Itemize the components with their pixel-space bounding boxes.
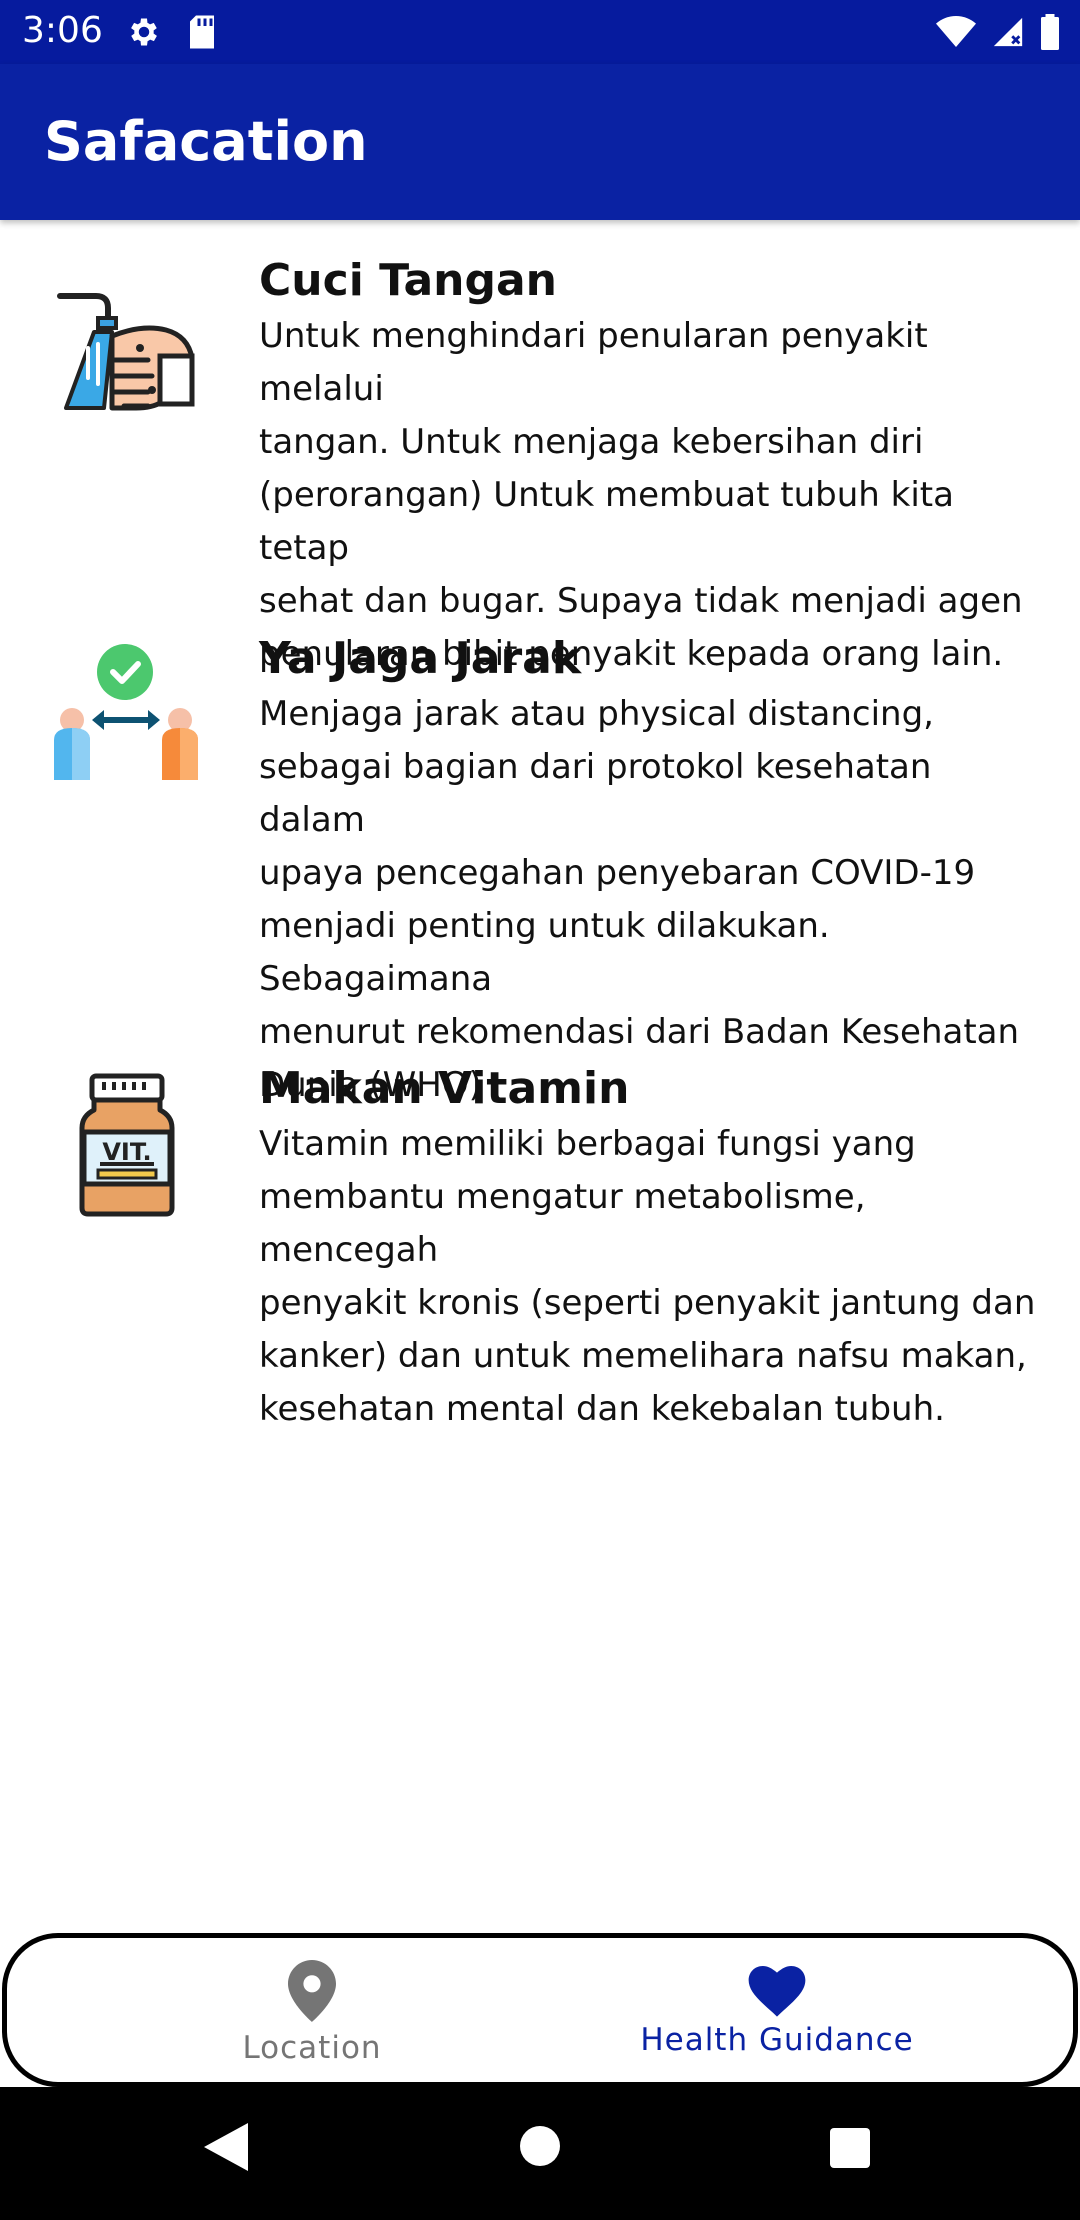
status-bar: 3:06 <box>0 0 1080 64</box>
guide-title: Makan Vitamin <box>259 1063 630 1114</box>
hand-washing-icon <box>57 293 195 411</box>
signal-icon <box>993 17 1023 47</box>
guide-description: Untuk menghindari penularan penyakit mel… <box>259 316 1023 674</box>
list-item: VIT. Makan Vitamin Vitamin memiliki berb… <box>0 1060 1080 1429</box>
list-item: Cuci Tangan Untuk menghindari penularan … <box>0 252 1080 674</box>
back-icon[interactable] <box>204 2123 248 2171</box>
app-title: Safacation <box>44 110 368 173</box>
bottom-navigation: Location Health Guidance <box>2 1933 1078 2087</box>
system-navigation-bar <box>0 2087 1080 2220</box>
gear-icon <box>131 18 157 46</box>
nav-label-location: Location <box>242 2030 382 2066</box>
nav-item-location[interactable]: Location <box>92 1938 532 2082</box>
guide-description: Vitamin memiliki berbagai fungsi yang me… <box>259 1124 1036 1429</box>
nav-item-health-guidance[interactable]: Health Guidance <box>557 1938 997 2082</box>
guide-title: Ya Jaga Jarak <box>259 633 582 684</box>
recents-icon[interactable] <box>829 2127 871 2169</box>
svg-text:VIT.: VIT. <box>102 1138 151 1166</box>
nav-label-health-guidance: Health Guidance <box>640 2022 914 2058</box>
social-distancing-icon <box>54 644 198 780</box>
sd-card-icon <box>190 15 214 49</box>
vitamin-bottle-icon: VIT. <box>79 1073 175 1217</box>
guide-description: Menjaga jarak atau physical distancing, … <box>259 694 1020 1105</box>
wifi-icon <box>936 16 976 47</box>
battery-icon <box>1041 14 1059 50</box>
app-bar: Safacation <box>0 64 1080 220</box>
status-time: 3:06 <box>22 10 103 51</box>
screen: 3:06 Safacation Cuci Tangan Untuk menghi… <box>0 0 1080 2220</box>
location-pin-icon <box>288 1960 336 2022</box>
list-item: Ya Jaga Jarak Menjaga jarak atau physica… <box>0 630 1080 1105</box>
heart-icon <box>748 1966 806 2017</box>
guide-title: Cuci Tangan <box>259 255 557 306</box>
home-icon[interactable] <box>519 2125 561 2167</box>
